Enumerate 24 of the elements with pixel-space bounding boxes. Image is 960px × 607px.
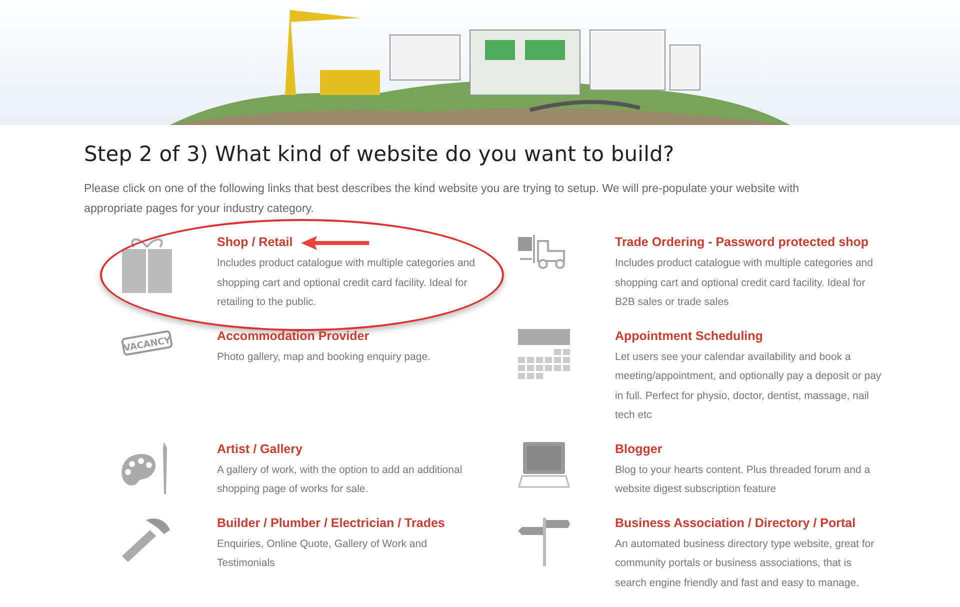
page-heading: Step 2 of 3) What kind of website do you want to build? <box>84 142 676 166</box>
category-link[interactable]: Business Association / Directory / Portal <box>615 514 856 532</box>
hammer-icon <box>120 516 172 564</box>
category-link[interactable]: Shop / Retail <box>217 233 293 252</box>
category-link[interactable]: Accommodation Provider <box>217 326 370 346</box>
category-description: Photo gallery, map and booking enquiry page. <box>217 350 432 364</box>
category-link[interactable]: Blogger <box>615 440 662 458</box>
pointer-arrow <box>300 236 371 250</box>
category-link[interactable]: Artist / Gallery <box>217 440 302 458</box>
category-description: A gallery of work, with the option to add an additional shopping page of works for sale. <box>217 462 464 497</box>
vacancy-stamp-icon: VACANCY <box>120 328 174 356</box>
category-description: An automated business directory type website, great for community portals or business associations, that is search engine friendly and fast and easy to manage. <box>615 536 876 590</box>
category-description: Let users see your calendar availability and book a meeting/appointment, and optionally pay a deposit or pay in full. Perfect for physio, doctor, dentist, massage, nail tech etc <box>615 350 882 423</box>
category-link[interactable]: Builder / Plumber / Electrician / Trades <box>217 514 445 532</box>
category-link[interactable]: Trade Ordering - Password protected shop <box>615 233 869 252</box>
category-link[interactable]: Appointment Scheduling <box>615 326 763 346</box>
laptop-icon <box>518 442 570 488</box>
category-description: Includes product catalogue with multiple categories and shopping cart and optional credit card facility. Ideal for B2B sales or trade sales <box>615 256 874 310</box>
calendar-icon <box>518 328 570 380</box>
category-description: Includes product catalogue with multiple categories and shopping cart and optional credit card facility. Ideal for retailing to the public. <box>217 256 476 310</box>
category-description: Blog to your hearts content. Plus threaded forum and a website digest subscription feature <box>615 462 872 497</box>
signpost-icon <box>518 516 570 566</box>
intro-text: Please click on one of the following links that best describes the kind website you are trying to setup. We will pre-populate your website with appropriate pages for your industry category. <box>84 181 800 217</box>
category-description: Enquiries, Online Quote, Gallery of Work and Testimonials <box>217 536 428 571</box>
